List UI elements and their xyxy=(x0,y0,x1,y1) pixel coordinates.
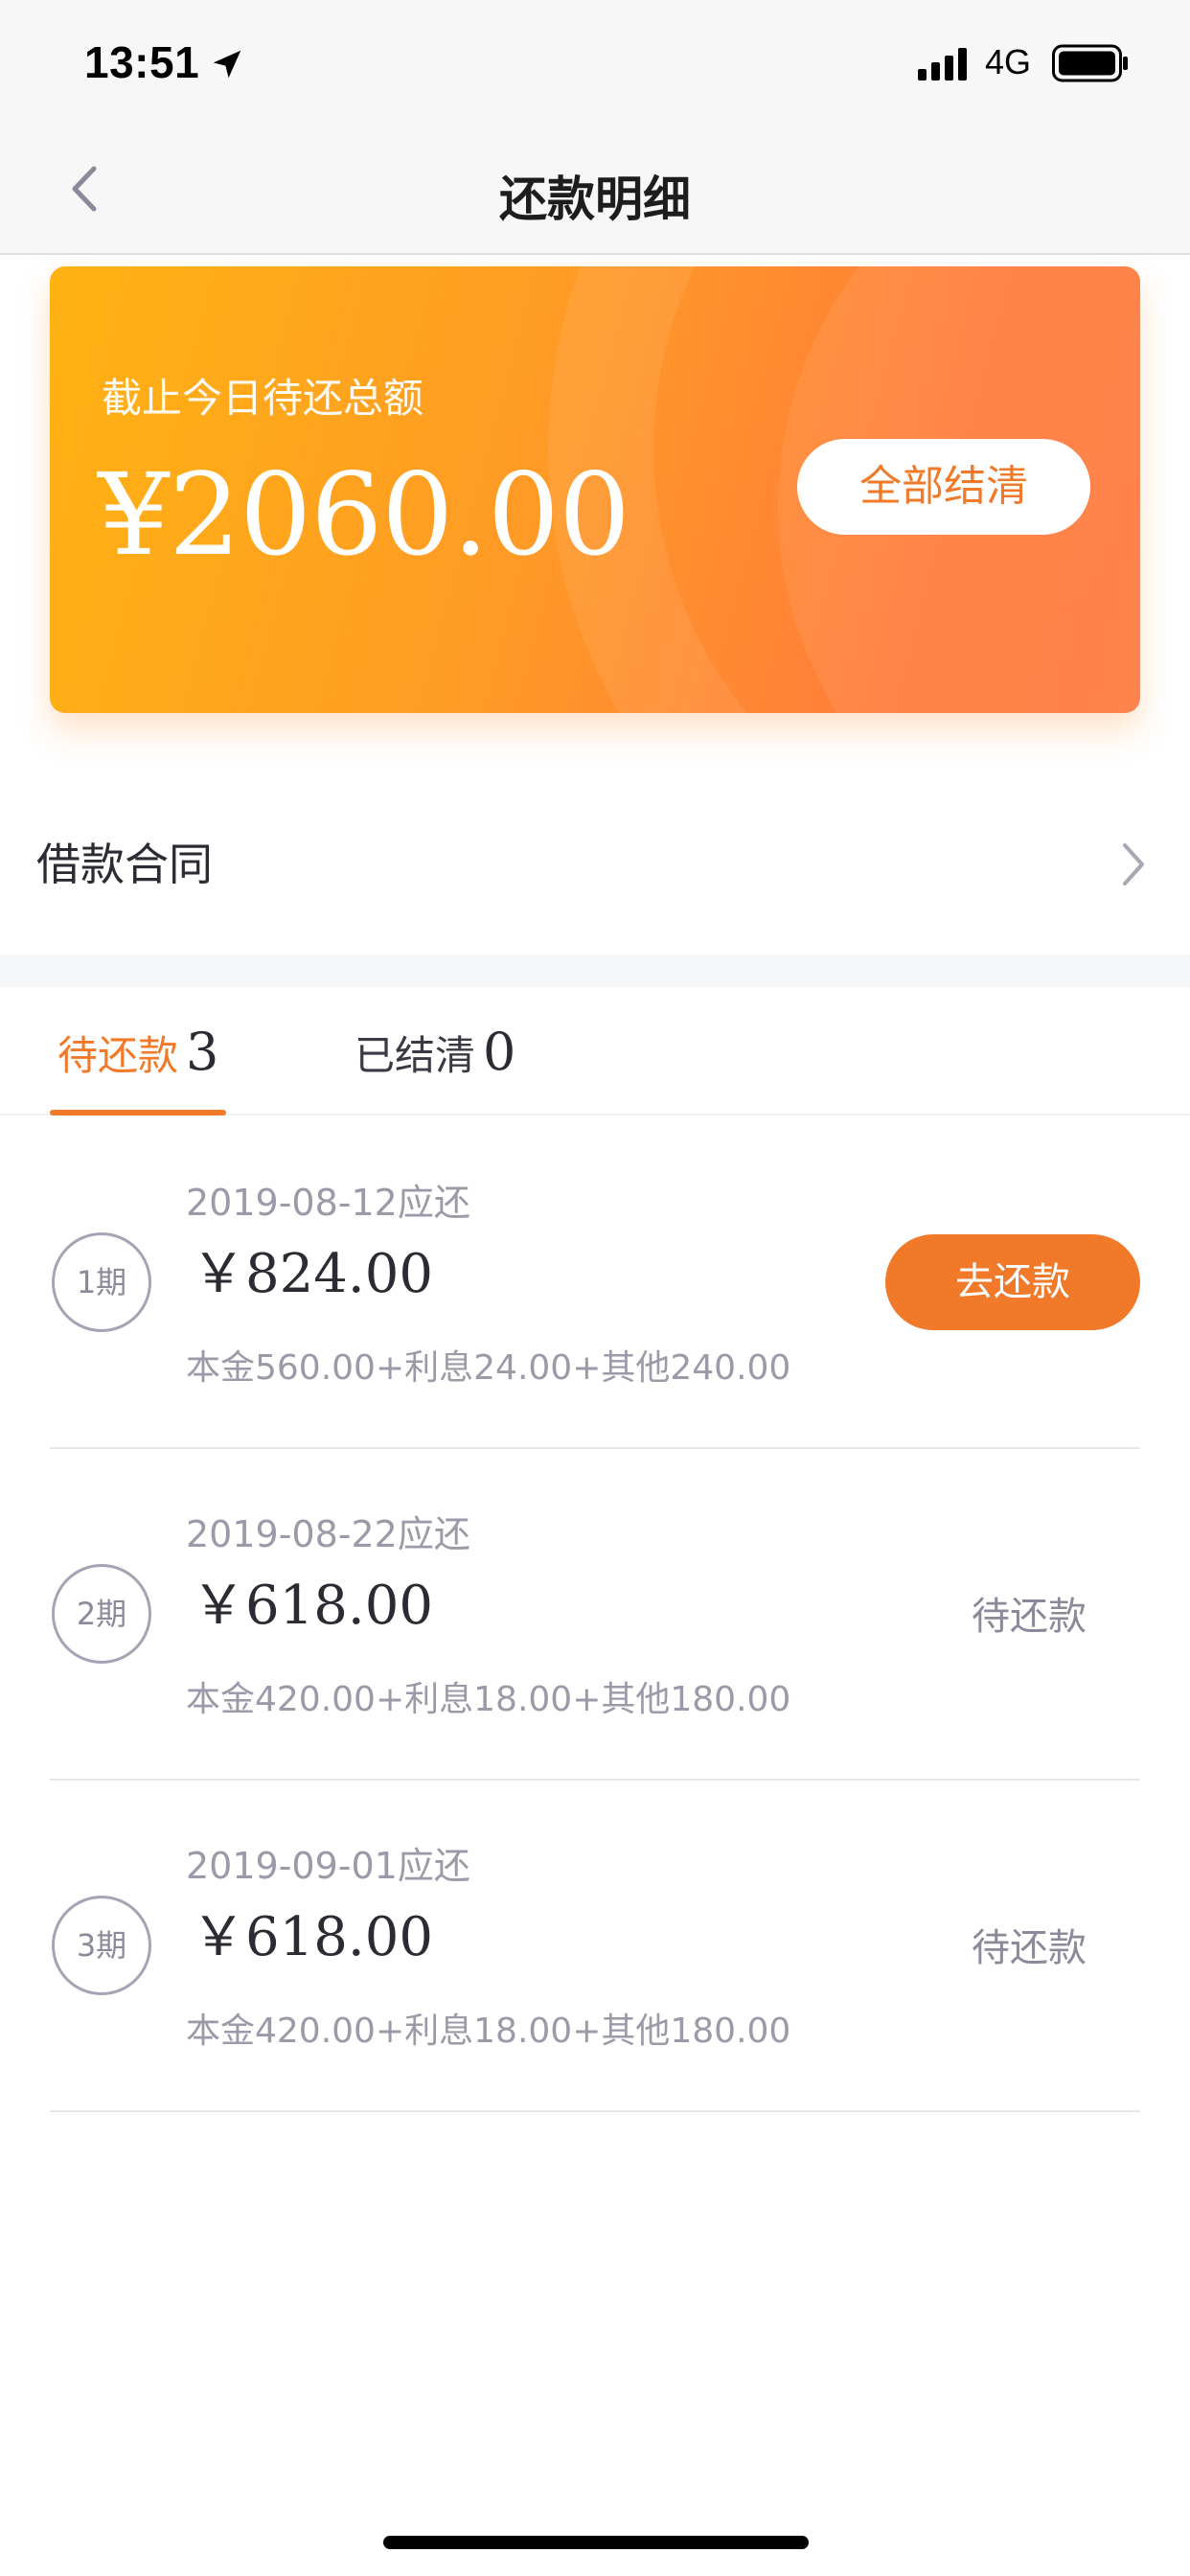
status-bar: 13:51 4G xyxy=(0,0,1190,126)
tab-settled[interactable]: 已结清 0 xyxy=(355,1022,515,1082)
installment-row: 2期 2019-08-22应还 ￥618.00 本金420.00+利息18.00… xyxy=(50,1449,1140,1781)
installment-row: 3期 2019-09-01应还 ￥618.00 本金420.00+利息18.00… xyxy=(50,1781,1140,2112)
page-title: 还款明细 xyxy=(499,172,691,227)
tab-pending-count: 3 xyxy=(186,1022,219,1082)
installment-due-date: 2019-09-01应还 xyxy=(186,1845,470,1887)
installment-due-date: 2019-08-12应还 xyxy=(186,1182,470,1224)
installment-period-badge: 2期 xyxy=(52,1564,151,1664)
outstanding-label: 截止今日待还总额 xyxy=(102,375,424,422)
installment-due-date: 2019-08-22应还 xyxy=(186,1513,470,1555)
status-time: 13:51 xyxy=(84,37,200,87)
chevron-right-icon xyxy=(1123,843,1144,886)
settle-all-button[interactable]: 全部结清 xyxy=(797,439,1090,535)
tab-pending-label: 待还款 xyxy=(57,1032,179,1079)
battery-icon xyxy=(1052,44,1128,82)
repayment-tabs: 待还款 3 已结清 0 xyxy=(0,987,1190,1116)
tab-settled-count: 0 xyxy=(483,1022,516,1082)
installment-row: 1期 2019-08-12应还 ￥824.00 本金560.00+利息24.00… xyxy=(50,1117,1140,1449)
signal-icon xyxy=(918,48,967,80)
installment-amount: ￥618.00 xyxy=(192,1906,433,1968)
installment-breakdown: 本金420.00+利息18.00+其他180.00 xyxy=(186,2012,791,2051)
location-arrow-icon xyxy=(213,50,241,79)
tab-pending[interactable]: 待还款 3 xyxy=(57,1022,218,1082)
installment-period-badge: 3期 xyxy=(52,1896,151,1995)
repay-button[interactable]: 去还款 xyxy=(885,1234,1140,1330)
installment-list: 1期 2019-08-12应还 ￥824.00 本金560.00+利息24.00… xyxy=(0,1117,1190,2112)
loan-contract-row[interactable]: 借款合同 xyxy=(0,786,1190,939)
outstanding-summary-card: 截止今日待还总额 ¥2060.00 全部结清 xyxy=(50,266,1140,713)
network-type: 4G xyxy=(985,42,1032,81)
section-divider xyxy=(0,954,1190,987)
home-indicator[interactable] xyxy=(383,2536,809,2549)
tab-settled-label: 已结清 xyxy=(355,1032,476,1079)
navigation-bar: 还款明细 xyxy=(0,126,1190,255)
installment-breakdown: 本金420.00+利息18.00+其他180.00 xyxy=(186,1680,791,1719)
installment-amount: ￥618.00 xyxy=(192,1575,433,1637)
installment-amount: ￥824.00 xyxy=(192,1243,433,1305)
outstanding-amount: ¥2060.00 xyxy=(98,448,630,581)
loan-contract-label: 借款合同 xyxy=(36,839,213,890)
installment-status: 待还款 xyxy=(972,1595,1087,1639)
installment-period-badge: 1期 xyxy=(52,1232,151,1332)
installment-status: 待还款 xyxy=(972,1926,1087,1970)
installment-breakdown: 本金560.00+利息24.00+其他240.00 xyxy=(186,1348,791,1388)
active-tab-indicator xyxy=(50,1110,226,1116)
